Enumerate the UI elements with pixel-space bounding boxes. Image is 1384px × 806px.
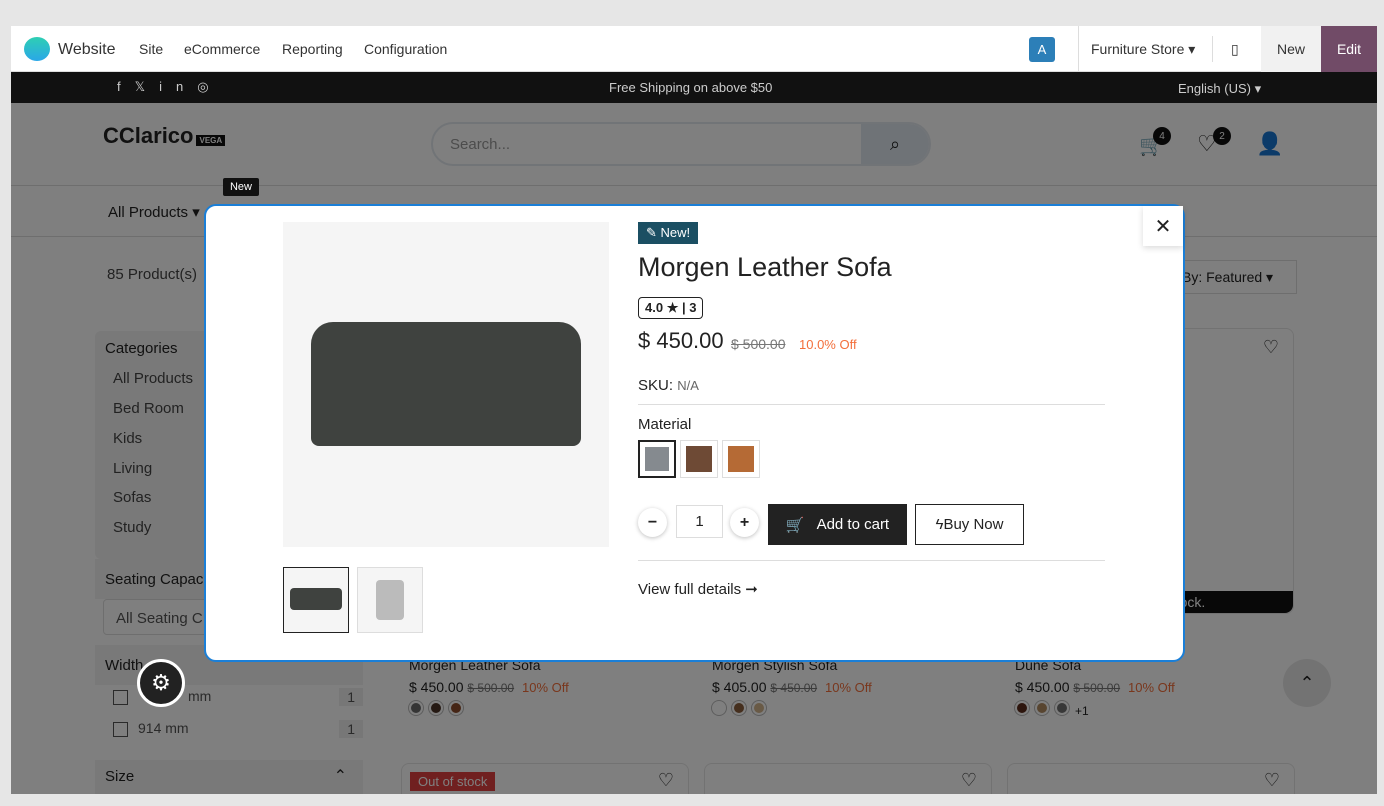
app-name[interactable]: Website xyxy=(58,41,116,59)
product-title: Morgen Leather Sofa xyxy=(638,252,892,282)
material-swatch-grey[interactable] xyxy=(638,440,676,478)
cart-icon: 🛒 xyxy=(785,516,805,534)
new-tooltip: New xyxy=(223,178,259,196)
store-selector[interactable]: Furniture Store ▾ xyxy=(1091,41,1195,58)
menu-ecommerce[interactable]: eCommerce xyxy=(184,41,260,57)
odoo-topbar: Website Site eCommerce Reporting Configu… xyxy=(11,26,1377,72)
product-main-image xyxy=(283,222,609,547)
old-price: $ 500.00 xyxy=(731,336,786,352)
social-icons[interactable]: f𝕏in◎ xyxy=(117,79,223,95)
announcement-text: Free Shipping on above $50 xyxy=(609,80,773,95)
menu-reporting[interactable]: Reporting xyxy=(282,41,343,57)
language-label: English (US) xyxy=(1178,81,1251,96)
website-logo-icon xyxy=(24,37,50,61)
sofa-image xyxy=(311,322,581,446)
gear-icon[interactable]: ⚙ xyxy=(137,659,185,707)
thumbnail[interactable] xyxy=(283,567,349,633)
new-button[interactable]: New xyxy=(1261,26,1321,72)
quantity-input[interactable]: 1 xyxy=(676,505,723,538)
material-swatch-tan[interactable] xyxy=(722,440,760,478)
avatar[interactable]: A xyxy=(1029,37,1055,62)
view-details-link[interactable]: View full details ➞ xyxy=(638,580,758,598)
thumbnail[interactable] xyxy=(357,567,423,633)
store-name: Furniture Store xyxy=(1091,41,1185,57)
material-label: Material xyxy=(638,416,692,433)
announcement-bar: f𝕏in◎ Free Shipping on above $50 English… xyxy=(11,72,1377,103)
lightning-icon: ϟ xyxy=(935,516,944,533)
discount: 10.0% Off xyxy=(799,337,857,352)
browser-frame: Website Site eCommerce Reporting Configu… xyxy=(11,26,1377,794)
menu-site[interactable]: Site xyxy=(139,41,163,57)
increase-qty-button[interactable]: + xyxy=(730,508,759,537)
quick-view-modal: ✎ New! Morgen Leather Sofa 4.0 ★ | 3 $ 4… xyxy=(204,204,1185,662)
decrease-qty-button[interactable]: − xyxy=(638,508,667,537)
add-to-cart-button[interactable]: 🛒 Add to cart xyxy=(768,504,907,545)
product-price: $ 450.00 xyxy=(638,328,724,353)
edit-button[interactable]: Edit xyxy=(1321,26,1377,72)
language-selector[interactable]: English (US) ▾ xyxy=(1178,81,1261,97)
new-badge: ✎ New! xyxy=(638,222,699,244)
sku: SKU: N/A xyxy=(638,377,699,394)
material-swatch-brown[interactable] xyxy=(680,440,718,478)
menu-configuration[interactable]: Configuration xyxy=(364,41,447,57)
mobile-preview-icon[interactable]: ▯ xyxy=(1231,41,1239,58)
close-icon[interactable]: ✕ xyxy=(1143,206,1183,246)
buy-now-button[interactable]: ϟ Buy Now xyxy=(915,504,1024,545)
rating-badge[interactable]: 4.0 ★ | 3 xyxy=(638,297,704,319)
